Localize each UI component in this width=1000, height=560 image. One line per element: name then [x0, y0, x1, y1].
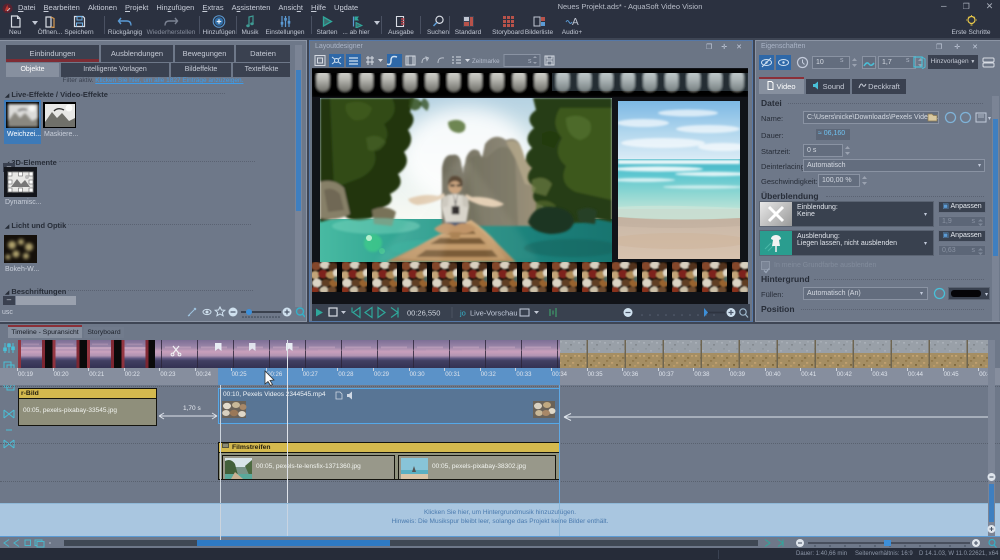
svg-text:A: A [572, 17, 579, 28]
svg-text:Live-Vorschau: Live-Vorschau [470, 309, 518, 318]
svg-text:s: s [528, 58, 532, 65]
svg-text:Zeitmarke: Zeitmarke [472, 58, 500, 65]
svg-text:1,70 s: 1,70 s [183, 405, 201, 412]
svg-text:ϳo: ϳo [459, 309, 466, 318]
svg-text:00:26,550: 00:26,550 [407, 309, 440, 318]
